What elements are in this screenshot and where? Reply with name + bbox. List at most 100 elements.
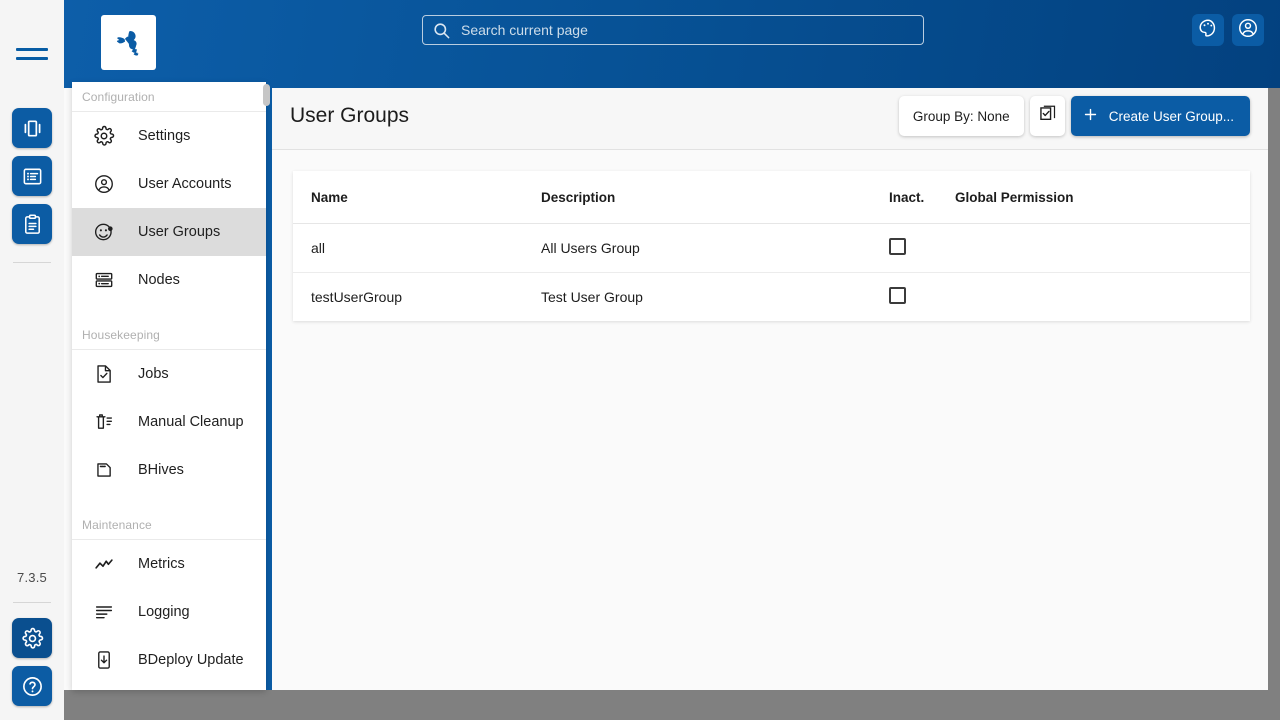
cell-permission <box>955 223 1250 273</box>
download-device-icon <box>92 648 116 672</box>
column-header-permission[interactable]: Global Permission <box>955 171 1250 224</box>
sidebar-item-label: BHives <box>138 462 184 478</box>
left-rail: 7.3.5 <box>0 0 64 720</box>
sidebar-item-label: Manual Cleanup <box>138 414 244 430</box>
overlay-scrim-right <box>1268 0 1280 720</box>
nav-section-header-housekeeping: Housekeeping <box>72 320 266 350</box>
bee-logo-icon <box>101 15 156 70</box>
user-account-icon <box>1237 17 1259 44</box>
rail-divider-bottom <box>13 602 51 603</box>
table-head: Name Description Inact. Global Permissio… <box>293 171 1250 224</box>
rail-instance-groups[interactable] <box>12 108 52 148</box>
gear-icon <box>92 124 116 148</box>
sidebar-item-bhives[interactable]: BHives <box>72 446 266 494</box>
user-circle-icon <box>92 172 116 196</box>
help-question-icon <box>21 675 44 698</box>
sidebar-item-label: Settings <box>138 128 191 144</box>
search-input[interactable] <box>461 17 914 43</box>
sidebar-item-metrics[interactable]: Metrics <box>72 540 266 588</box>
user-groups-table-card: Name Description Inact. Global Permissio… <box>293 171 1250 321</box>
sidebar-item-user-groups[interactable]: User Groups <box>72 208 266 256</box>
table-row[interactable]: all All Users Group <box>293 223 1250 273</box>
sidebar-item-label: Nodes <box>138 272 180 288</box>
plus-icon <box>1082 106 1099 126</box>
rail-button-group <box>12 108 52 263</box>
overlay-scrim-bottom <box>64 690 1280 720</box>
hamburger-line <box>16 48 48 51</box>
sidebar-item-logging[interactable]: Logging <box>72 588 266 636</box>
products-list-icon <box>21 165 44 188</box>
table-body: all All Users Group testUserGroup Test User… <box>293 223 1250 322</box>
inactive-checkbox[interactable] <box>889 287 906 304</box>
column-header-description[interactable]: Description <box>541 171 889 224</box>
sidebar-item-label: Jobs <box>138 366 169 382</box>
create-user-group-button[interactable]: Create User Group... <box>1070 96 1250 136</box>
app-version: 7.3.5 <box>17 570 47 585</box>
cell-name: all <box>293 223 541 273</box>
sidebar-item-label: Metrics <box>138 556 185 572</box>
cell-inactive <box>889 223 955 273</box>
sidebar-item-nodes[interactable]: Nodes <box>72 256 266 304</box>
cell-description: Test User Group <box>541 289 643 305</box>
cell-name: testUserGroup <box>311 289 403 305</box>
create-user-group-label: Create User Group... <box>1108 108 1234 124</box>
cell-permission <box>955 273 1250 322</box>
top-header-bar <box>64 0 1280 88</box>
multi-select-button[interactable] <box>1029 96 1065 136</box>
group-by-button[interactable]: Group By: None <box>898 96 1024 136</box>
hamburger-menu-icon[interactable] <box>16 42 48 66</box>
navigation-panel: Configuration Settings User Accounts User G… <box>72 82 266 690</box>
palette-theme-icon <box>1197 17 1219 44</box>
inactive-checkbox[interactable] <box>889 238 906 255</box>
nav-scrollbar-thumb[interactable] <box>263 84 270 106</box>
user-account-button[interactable] <box>1232 14 1264 46</box>
chart-line-icon <box>92 552 116 576</box>
instance-groups-icon <box>21 117 44 140</box>
rail-reports[interactable] <box>12 204 52 244</box>
hive-icon <box>92 458 116 482</box>
rail-products[interactable] <box>12 156 52 196</box>
rail-help[interactable] <box>12 666 52 706</box>
column-header-inactive[interactable]: Inact. <box>889 171 955 224</box>
user-groups-table: Name Description Inact. Global Permissio… <box>293 171 1250 321</box>
checkbox-multi-select-icon <box>1037 104 1058 128</box>
rail-bottom-group: 7.3.5 <box>0 570 64 706</box>
sidebar-item-manual-cleanup[interactable]: Manual Cleanup <box>72 398 266 446</box>
sidebar-item-user-accounts[interactable]: User Accounts <box>72 160 266 208</box>
search-icon <box>432 21 451 40</box>
server-nodes-icon <box>92 268 116 292</box>
clipboard-report-icon <box>21 213 44 236</box>
sidebar-item-label: Logging <box>138 604 190 620</box>
nav-scrollbar[interactable] <box>263 84 270 690</box>
page-header-actions: Group By: None Create User Group... <box>898 96 1250 136</box>
table-row[interactable]: testUserGroup Test User Group <box>293 273 1250 322</box>
hamburger-line <box>16 57 48 60</box>
sidebar-item-jobs[interactable]: Jobs <box>72 350 266 398</box>
page-header: User Groups Group By: None Create User G… <box>272 82 1268 150</box>
theme-toggle-button[interactable] <box>1192 14 1224 46</box>
top-action-group <box>1192 14 1264 46</box>
nav-section-header-configuration: Configuration <box>72 82 266 112</box>
page-title: User Groups <box>290 103 410 127</box>
cell-description: All Users Group <box>541 223 889 273</box>
sidebar-item-settings[interactable]: Settings <box>72 112 266 160</box>
user-group-icon <box>92 220 116 244</box>
app-root: User Groups Group By: None <box>0 0 1280 720</box>
table-header-row: Name Description Inact. Global Permissio… <box>293 171 1250 224</box>
sidebar-item-label: BDeploy Update <box>138 652 244 668</box>
trash-list-icon <box>92 410 116 434</box>
main-content: User Groups Group By: None Create User G… <box>272 82 1268 690</box>
rail-divider <box>13 262 51 263</box>
nav-section-spacer <box>72 494 266 510</box>
nav-section-header-maintenance: Maintenance <box>72 510 266 540</box>
column-header-name[interactable]: Name <box>293 171 541 224</box>
logs-lines-icon <box>92 600 116 624</box>
task-check-icon <box>92 362 116 386</box>
nav-section-spacer <box>72 304 266 320</box>
cell-inactive <box>889 273 955 322</box>
sidebar-item-label: User Accounts <box>138 176 232 192</box>
search-bar[interactable] <box>422 15 924 45</box>
sidebar-item-label: User Groups <box>138 224 221 240</box>
sidebar-item-bdeploy-update[interactable]: BDeploy Update <box>72 636 266 684</box>
rail-admin-settings[interactable] <box>12 618 52 658</box>
